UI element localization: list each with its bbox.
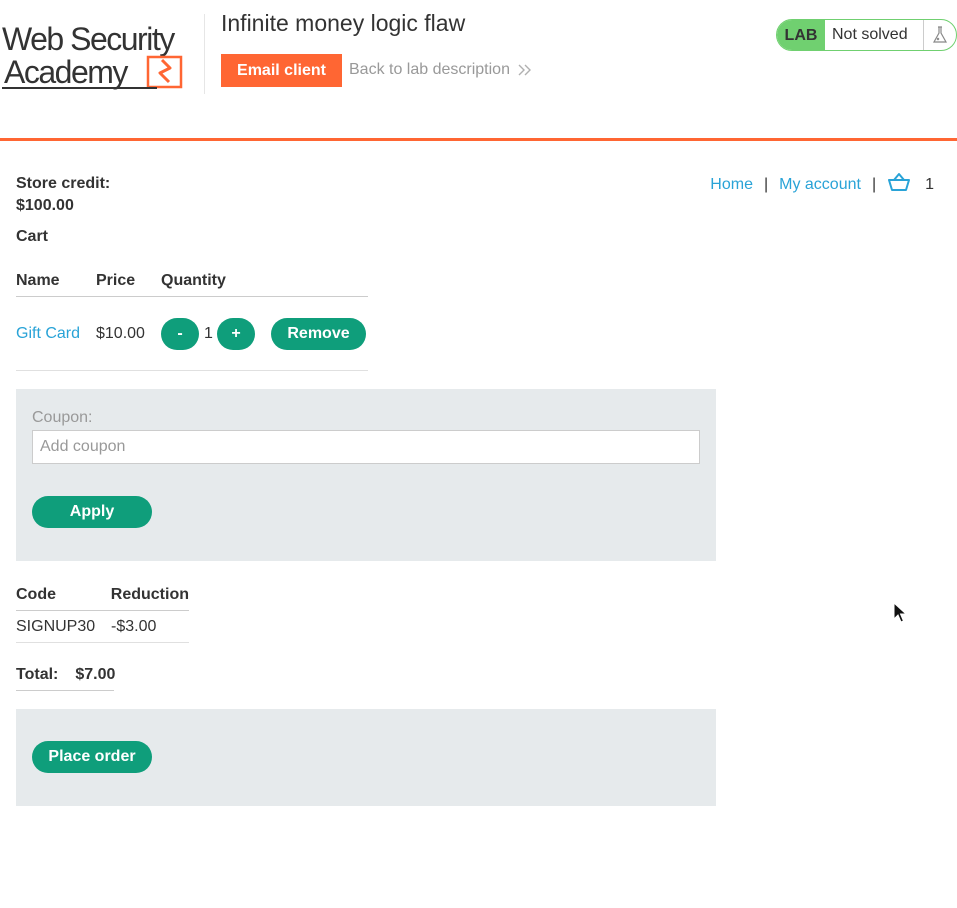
item-price: $10.00	[96, 324, 145, 342]
increase-quantity-button[interactable]: +	[217, 317, 255, 350]
coupon-code: SIGNUP30	[16, 617, 96, 635]
basket-icon[interactable]	[887, 172, 911, 197]
column-header-price: Price	[96, 272, 136, 289]
table-row: Gift Card $10.00 - 1 + Remove	[16, 297, 368, 371]
cart-heading: Cart	[16, 228, 49, 245]
cart-table-header: Name Price Quantity	[16, 266, 368, 297]
store-credit-label: Store credit:	[16, 175, 111, 192]
header-divider	[204, 14, 205, 94]
double-chevron-right-icon	[518, 64, 532, 76]
column-header-quantity: Quantity	[161, 272, 226, 289]
column-header-name: Name	[16, 272, 60, 289]
cart-table: Name Price Quantity Gift Card $10.00 - 1…	[16, 266, 368, 371]
place-order-button[interactable]: Place order	[32, 741, 152, 773]
top-nav: Home | My account | 1	[710, 172, 934, 197]
total-label: Total:	[16, 666, 59, 683]
lab-status-text: Not solved	[825, 20, 924, 50]
product-link-gift-card[interactable]: Gift Card	[16, 325, 80, 342]
total-value: $7.00	[75, 666, 116, 683]
store-credit-value: $100.00	[16, 197, 74, 214]
svg-text:Web Security: Web Security	[2, 21, 175, 57]
back-to-lab-description-link[interactable]: Back to lab description	[349, 61, 532, 79]
svg-text:Academy: Academy	[4, 54, 128, 90]
nav-separator: |	[763, 175, 769, 193]
nav-home-link[interactable]: Home	[710, 176, 753, 194]
decrease-quantity-button[interactable]: -	[161, 317, 199, 350]
table-row: SIGNUP30 -$3.00	[16, 611, 189, 643]
store-credit: Store credit: $100.00	[16, 173, 110, 217]
checkout-form: Place order	[16, 709, 716, 806]
coupon-form: Coupon: Apply	[16, 389, 716, 561]
coupon-reduction: -$3.00	[111, 617, 157, 635]
order-total: Total: $7.00	[16, 666, 116, 691]
coupon-label: Coupon:	[32, 409, 93, 426]
column-header-reduction: Reduction	[110, 585, 189, 603]
mouse-cursor-icon	[893, 601, 908, 629]
applied-coupons-table: Code Reduction SIGNUP30 -$3.00	[16, 579, 189, 643]
lab-title: Infinite money logic flaw	[221, 10, 466, 36]
web-security-academy-logo[interactable]: Web Security Academy	[2, 18, 202, 90]
nav-separator: |	[871, 175, 877, 193]
coupon-input[interactable]	[32, 430, 700, 464]
cart-count[interactable]: 1	[925, 176, 934, 194]
remove-item-button[interactable]: Remove	[271, 317, 366, 350]
lab-status-widget: LAB Not solved	[776, 19, 957, 51]
lab-header: Web Security Academy Infinite money logi…	[0, 0, 957, 142]
coupon-table-header: Code Reduction	[16, 579, 189, 611]
apply-coupon-button[interactable]: Apply	[32, 496, 152, 528]
email-client-button[interactable]: Email client	[221, 54, 342, 87]
quantity-controls: - 1 + Remove	[161, 317, 368, 350]
column-header-code: Code	[16, 585, 56, 603]
lab-label: LAB	[777, 20, 825, 50]
item-quantity: 1	[204, 324, 213, 342]
nav-my-account-link[interactable]: My account	[779, 176, 861, 194]
header-orange-rule	[0, 138, 957, 141]
back-link-label: Back to lab description	[349, 61, 510, 78]
flask-icon	[924, 20, 956, 50]
